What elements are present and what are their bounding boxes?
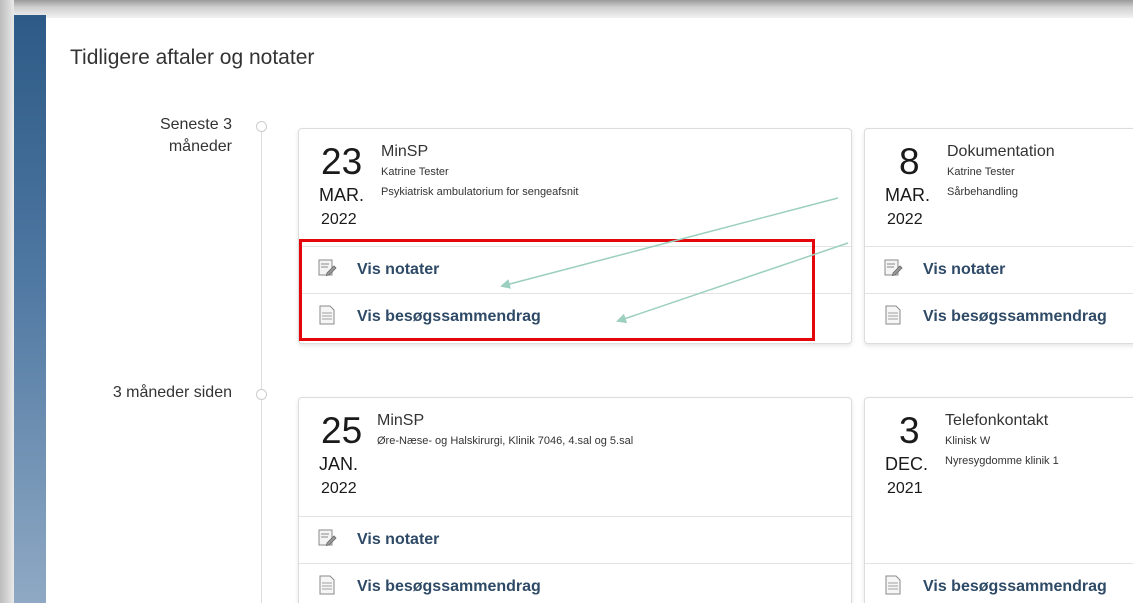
appointment-card: 8 MAR. 2022 Dokumentation Katrine Tester…: [864, 128, 1133, 344]
appointment-card: 23 MAR. 2022 MinSP Katrine Tester Psykia…: [298, 128, 852, 344]
timeline-period-label: Seneste 3 måneder: [100, 114, 232, 158]
document-icon: [885, 575, 901, 595]
show-notes-label: Vis notater: [357, 531, 440, 548]
card-header: 3 DEC. 2021 Telefonkontakt Klinisk W Nyr…: [865, 398, 1133, 514]
appointment-type: MinSP: [381, 143, 429, 160]
date-month: DEC.: [885, 454, 929, 474]
period-label-line: måneder: [168, 138, 232, 155]
show-visit-summary-link[interactable]: Vis besøgssammendrag: [299, 293, 851, 340]
period-label-line: Seneste 3: [159, 116, 232, 133]
window-shadow-left: [0, 0, 14, 603]
date-year: 2022: [321, 211, 357, 228]
timeline-line: [261, 125, 262, 603]
show-visit-summary-label: Vis besøgssammendrag: [923, 308, 1107, 325]
appointment-person: Katrine Tester: [381, 166, 449, 178]
appointment-department: Psykiatrisk ambulatorium for sengeafsnit: [381, 186, 579, 198]
date-day: 3: [899, 410, 920, 451]
show-notes-link[interactable]: Vis notater: [299, 516, 851, 563]
appointment-card: 25 JAN. 2022 MinSP Øre-Næse- og Halskiru…: [298, 397, 852, 603]
card-header: 8 MAR. 2022 Dokumentation Katrine Tester…: [865, 129, 1133, 245]
notes-pencil-icon: [884, 259, 903, 277]
date-year: 2022: [887, 211, 923, 228]
period-label-line: 3 måneder siden: [112, 384, 232, 401]
page: Tidligere aftaler og notater Seneste 3 m…: [0, 0, 1133, 603]
appointment-person: Katrine Tester: [947, 166, 1015, 178]
show-visit-summary-label: Vis besøgssammendrag: [357, 308, 541, 325]
page-title: Tidligere aftaler og notater: [70, 46, 315, 69]
notes-pencil-icon: [318, 529, 337, 547]
window-shadow-top: [0, 0, 1133, 18]
show-visit-summary-label: Vis besøgssammendrag: [923, 578, 1107, 595]
date-day: 25: [321, 410, 363, 451]
timeline-period-label: 3 måneder siden: [40, 382, 232, 404]
appointment-person: Klinisk W: [945, 435, 991, 447]
timeline-dot: [256, 121, 267, 132]
document-icon: [319, 305, 335, 325]
date-month: MAR.: [319, 185, 364, 205]
date-day: 23: [321, 141, 363, 182]
document-icon: [319, 575, 335, 595]
date-year: 2021: [887, 480, 923, 497]
notes-pencil-icon: [318, 259, 337, 277]
date-month: JAN.: [319, 454, 359, 474]
card-info: Dokumentation Katrine Tester Sårbehandli…: [947, 142, 1055, 202]
appointment-type: Dokumentation: [947, 143, 1055, 160]
card-header: 23 MAR. 2022 MinSP Katrine Tester Psykia…: [299, 129, 851, 245]
appointment-department: Øre-Næse- og Halskirurgi, Klinik 7046, 4…: [377, 435, 634, 447]
appointment-type: Telefonkontakt: [945, 412, 1049, 429]
date-year: 2022: [321, 480, 357, 497]
card-header: 25 JAN. 2022 MinSP Øre-Næse- og Halskiru…: [299, 398, 851, 514]
show-visit-summary-link[interactable]: Vis besøgssammendrag: [865, 293, 1133, 340]
appointment-card: 3 DEC. 2021 Telefonkontakt Klinisk W Nyr…: [864, 397, 1133, 603]
sidebar-strip: [14, 15, 46, 603]
appointment-department: Sårbehandling: [947, 186, 1018, 198]
card-info: Telefonkontakt Klinisk W Nyresygdomme kl…: [945, 411, 1059, 471]
show-notes-link[interactable]: Vis notater: [865, 246, 1133, 293]
card-info: MinSP Øre-Næse- og Halskirurgi, Klinik 7…: [377, 411, 633, 451]
show-visit-summary-label: Vis besøgssammendrag: [357, 578, 541, 595]
timeline-dot: [256, 389, 267, 400]
appointment-department: Nyresygdomme klinik 1: [945, 455, 1059, 467]
card-info: MinSP Katrine Tester Psykiatrisk ambulat…: [381, 142, 578, 202]
show-visit-summary-link[interactable]: Vis besøgssammendrag: [299, 563, 851, 603]
document-icon: [885, 305, 901, 325]
show-notes-label: Vis notater: [923, 261, 1006, 278]
date-day: 8: [899, 141, 920, 182]
show-notes-link[interactable]: Vis notater: [299, 246, 851, 293]
date-month: MAR.: [885, 185, 930, 205]
show-visit-summary-link[interactable]: Vis besøgssammendrag: [865, 563, 1133, 603]
show-notes-label: Vis notater: [357, 261, 440, 278]
appointment-type: MinSP: [377, 412, 425, 429]
